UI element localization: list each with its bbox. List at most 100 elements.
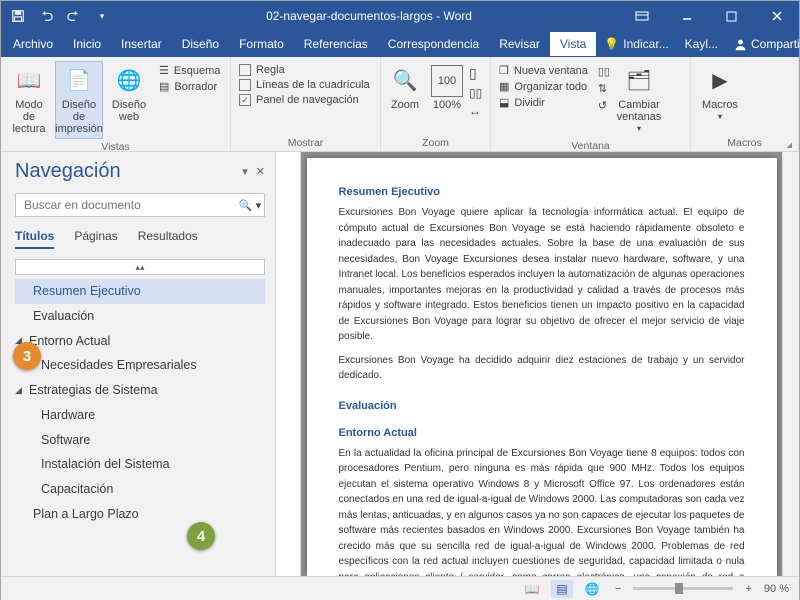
split-icon: ⬓: [499, 96, 509, 109]
nav-tab-results[interactable]: Resultados: [138, 229, 198, 249]
nav-search[interactable]: 🔍 ▾: [15, 193, 265, 217]
nav-close-icon[interactable]: ✕: [256, 165, 265, 178]
nav-tree: Resumen Ejecutivo Evaluación ◢Entorno Ac…: [15, 279, 265, 527]
group-label-zoom: Zoom: [385, 135, 486, 151]
read-mode-button[interactable]: 📖Modo de lectura: [5, 61, 53, 139]
split-label: Dividir: [514, 97, 545, 109]
tree-instalacion[interactable]: Instalación del Sistema: [15, 452, 265, 477]
tree-label: Hardware: [41, 406, 95, 425]
zoom-label: Zoom: [391, 99, 419, 111]
tree-resumen[interactable]: Resumen Ejecutivo: [15, 279, 265, 304]
nav-tab-pages[interactable]: Páginas: [74, 229, 117, 249]
group-label-macros: Macros: [695, 135, 794, 151]
tab-correspondencia[interactable]: Correspondencia: [378, 32, 489, 56]
qat-more-icon[interactable]: ▾: [89, 3, 115, 29]
save-icon[interactable]: [5, 3, 31, 29]
tree-plan[interactable]: Plan a Largo Plazo: [15, 502, 265, 527]
nav-tab-headings[interactable]: Títulos: [15, 229, 54, 249]
ribbon: 📖Modo de lectura 📄Diseño de impresión 🌐D…: [1, 57, 799, 152]
nav-title: Navegación: [15, 160, 121, 183]
zoom-icon: 🔍: [389, 65, 421, 97]
ruler-checkbox[interactable]: Regla: [235, 63, 374, 77]
zoom-button[interactable]: 🔍 Zoom: [385, 61, 425, 115]
redo-icon[interactable]: [61, 3, 87, 29]
outline-button[interactable]: ☰Esquema: [155, 63, 224, 78]
page-viewport[interactable]: Resumen Ejecutivo Excursiones Bon Voyage…: [301, 152, 782, 576]
share-label: Compartir: [751, 37, 800, 51]
tree-estrategias[interactable]: ◢Estrategias de Sistema: [15, 378, 265, 403]
sync-scroll-icon[interactable]: ⇅: [598, 82, 610, 95]
zoom-in-button[interactable]: +: [741, 583, 755, 595]
arrange-all-button[interactable]: ▦Organizar todo: [495, 79, 592, 94]
tab-referencias[interactable]: Referencias: [294, 32, 378, 56]
zoom-thumb[interactable]: [675, 583, 683, 594]
tree-necesidades[interactable]: Necesidades Empresariales: [15, 353, 265, 378]
zoom-percent[interactable]: 90 %: [764, 583, 789, 595]
window-controls: [619, 1, 799, 31]
tab-archivo[interactable]: Archivo: [3, 32, 63, 56]
collapse-icon[interactable]: ◢: [15, 384, 25, 398]
tree-label: Entorno Actual: [29, 332, 110, 351]
checkbox-checked-icon: [239, 94, 251, 106]
heading-entorno: Entorno Actual: [339, 425, 745, 442]
zoom-slider[interactable]: [633, 587, 733, 590]
undo-icon[interactable]: [33, 3, 59, 29]
one-page-icon[interactable]: ▯: [469, 65, 482, 82]
read-mode-view-icon[interactable]: 📖: [521, 580, 543, 598]
gridlines-checkbox[interactable]: Líneas de la cuadrícula: [235, 78, 374, 92]
print-layout-button[interactable]: 📄Diseño de impresión: [55, 61, 103, 139]
tree-hardware[interactable]: Hardware: [15, 403, 265, 428]
maximize-icon[interactable]: [709, 1, 754, 31]
close-icon[interactable]: [754, 1, 799, 31]
web-layout-button[interactable]: 🌐Diseño web: [105, 61, 153, 127]
callout-3: 3: [13, 342, 41, 370]
vertical-scrollbar[interactable]: [782, 152, 799, 576]
zoom-out-button[interactable]: −: [611, 583, 625, 595]
tab-vista[interactable]: Vista: [550, 32, 596, 56]
nav-dropdown-icon[interactable]: ▾: [242, 165, 248, 178]
navpane-checkbox[interactable]: Panel de navegación: [235, 93, 374, 107]
read-mode-label: Modo de lectura: [8, 99, 50, 135]
ribbon-display-icon[interactable]: [619, 1, 664, 31]
split-button[interactable]: ⬓ Dividir: [495, 95, 592, 110]
tab-inicio[interactable]: Inicio: [63, 32, 111, 56]
draft-button[interactable]: ▤Borrador: [155, 79, 224, 94]
reset-window-icon[interactable]: ↺: [598, 99, 610, 112]
tab-revisar[interactable]: Revisar: [489, 32, 550, 56]
tree-entorno[interactable]: ◢Entorno Actual: [15, 329, 265, 354]
tree-capacitacion[interactable]: Capacitación: [15, 477, 265, 502]
status-bar: 📖 ▤ 🌐 − + 90 %: [1, 576, 799, 600]
tab-formato[interactable]: Formato: [229, 32, 294, 56]
new-window-button[interactable]: ❐Nueva ventana: [495, 63, 592, 78]
switch-windows-icon: 🗂: [623, 65, 655, 97]
group-label-show: Mostrar: [235, 135, 376, 151]
macros-button[interactable]: ▶Macros▾: [695, 61, 745, 126]
title-bar: ▾ 02-navegar-documentos-largos - Word: [1, 1, 799, 31]
account-name[interactable]: Kayl...: [677, 37, 726, 51]
print-layout-view-icon[interactable]: ▤: [551, 580, 573, 598]
side-by-side-icon[interactable]: ▯▯: [598, 65, 610, 78]
outline-label: Esquema: [174, 65, 220, 77]
switch-windows-button[interactable]: 🗂Cambiar ventanas▾: [612, 61, 666, 138]
web-layout-label: Diseño web: [108, 99, 150, 123]
web-layout-view-icon[interactable]: 🌐: [581, 580, 603, 598]
page-width-icon[interactable]: ↔: [469, 104, 482, 118]
ruler-label: Regla: [256, 64, 285, 76]
search-icon[interactable]: 🔍 ▾: [236, 199, 264, 212]
share-button[interactable]: Compartir: [726, 37, 800, 51]
body-text: Excursiones Bon Voyage ha decidido adqui…: [339, 353, 745, 384]
group-macros: ▶Macros▾ Macros: [691, 57, 799, 151]
tree-evaluacion[interactable]: Evaluación: [15, 304, 265, 329]
tell-me[interactable]: 💡 Indicar...: [596, 37, 676, 51]
nav-search-input[interactable]: [16, 198, 236, 212]
multi-page-icon[interactable]: ▯▯: [469, 86, 482, 100]
group-show: Regla Líneas de la cuadrícula Panel de n…: [231, 57, 381, 151]
zoom-100-button[interactable]: 100100%: [427, 61, 467, 115]
document-page[interactable]: Resumen Ejecutivo Excursiones Bon Voyage…: [307, 158, 777, 576]
nav-jump-top[interactable]: ▴▴: [15, 259, 265, 275]
tab-insertar[interactable]: Insertar: [111, 32, 172, 56]
tree-software[interactable]: Software: [15, 428, 265, 453]
tab-diseno[interactable]: Diseño: [172, 32, 229, 56]
checkbox-icon: [239, 79, 251, 91]
minimize-icon[interactable]: [664, 1, 709, 31]
